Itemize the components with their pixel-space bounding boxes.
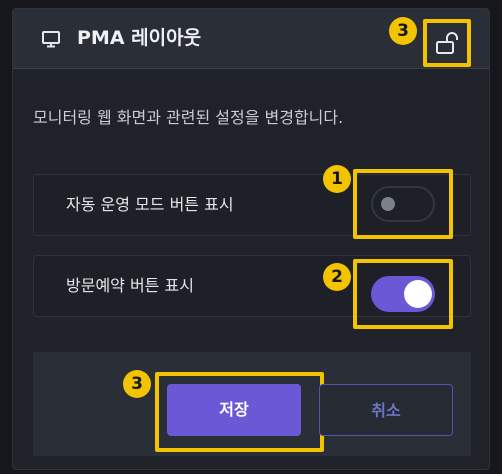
toggle-knob: [381, 197, 395, 211]
annotation-badge-save: 3: [123, 370, 151, 398]
annotation-badge-lock: 3: [389, 17, 417, 45]
visit-reservation-toggle[interactable]: [371, 276, 435, 312]
cancel-button[interactable]: 취소: [319, 384, 453, 436]
page: PMA 레이아웃 3 모니터링 웹 화면과 관련된 설정을 변경합니다. 자동 …: [0, 0, 502, 474]
auto-mode-toggle[interactable]: [371, 186, 435, 222]
toggle-knob: [404, 280, 432, 308]
panel-description: 모니터링 웹 화면과 관련된 설정을 변경합니다.: [33, 108, 344, 127]
panel-title: PMA 레이아웃: [77, 27, 202, 49]
setting-label: 방문예약 버튼 표시: [66, 276, 194, 295]
panel-header: PMA 레이아웃 3: [13, 9, 489, 69]
lock-toggle-button[interactable]: [423, 19, 471, 67]
monitor-icon: [42, 31, 60, 48]
setting-label: 자동 운영 모드 버튼 표시: [66, 195, 234, 214]
toggle-highlight: [353, 169, 453, 239]
annotation-badge-toggle-2: 2: [323, 263, 351, 291]
settings-panel: PMA 레이아웃 3 모니터링 웹 화면과 관련된 설정을 변경합니다. 자동 …: [12, 8, 490, 470]
save-button[interactable]: 저장: [167, 384, 301, 436]
toggle-highlight: [353, 259, 453, 329]
unlock-icon: [436, 32, 458, 54]
annotation-badge-toggle-1: 1: [323, 165, 351, 193]
